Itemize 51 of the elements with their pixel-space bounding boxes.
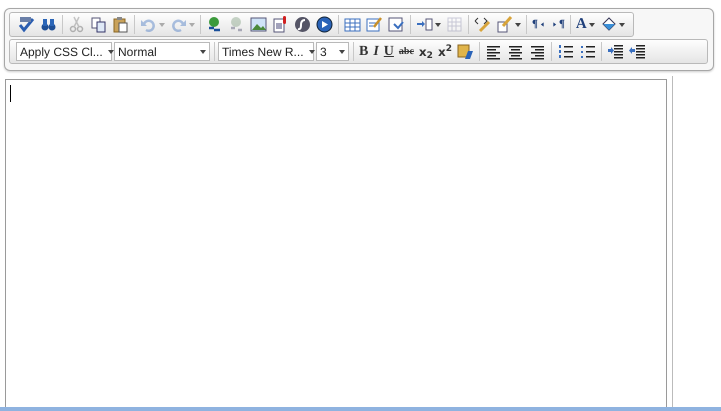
bullet-list-icon <box>578 43 596 60</box>
dropdown-select[interactable]: Times New R... <box>218 42 314 61</box>
media-button[interactable] <box>314 14 335 34</box>
document-clip-icon <box>272 16 289 33</box>
caret-icon <box>108 50 114 54</box>
paste-icon <box>112 16 129 33</box>
picture-icon <box>250 16 267 33</box>
caret-icon <box>200 50 206 54</box>
pencil-tag-icon <box>474 16 491 33</box>
numbered-list-icon <box>556 43 574 60</box>
strikethrough-button[interactable]: abc <box>396 42 416 62</box>
caret-icon <box>308 50 315 54</box>
subscript-button[interactable]: x$_{2}$ <box>416 42 435 62</box>
insert-row-icon <box>416 16 433 33</box>
flash-button[interactable] <box>292 14 313 34</box>
align-center-icon <box>506 43 524 60</box>
spellcheck-icon <box>18 16 35 33</box>
html-tag-button[interactable] <box>472 14 493 34</box>
grid-icon <box>446 16 463 33</box>
dropdown-select[interactable]: Normal <box>114 42 210 61</box>
italic-button[interactable]: I <box>371 42 381 62</box>
bold-button[interactable]: B <box>357 42 370 62</box>
table-icon <box>344 16 361 33</box>
right-to-left-button[interactable]: ¶ <box>530 14 548 34</box>
outdent-icon <box>628 43 646 60</box>
align-right-icon <box>528 43 546 60</box>
superscript-button[interactable]: x$^{2}$ <box>436 42 454 62</box>
dropdown-select[interactable]: 3 <box>316 42 349 61</box>
dropdown-select[interactable]: Apply CSS Cl... <box>16 42 112 61</box>
cell-properties-icon <box>388 16 405 33</box>
play-media-icon <box>316 16 333 33</box>
table-edit-button[interactable] <box>364 14 385 34</box>
underline-button[interactable]: U <box>382 42 396 62</box>
text-cursor <box>10 85 11 102</box>
binoculars-icon <box>40 16 57 33</box>
image-button[interactable] <box>248 14 269 34</box>
table-pencil-icon <box>366 16 383 33</box>
globe-link-icon <box>206 16 223 33</box>
paint-bucket-icon <box>600 16 617 33</box>
globe-unlink-icon <box>228 16 245 33</box>
paste-format-icon <box>456 43 474 60</box>
format-paste-button[interactable] <box>454 42 476 62</box>
align-left-icon <box>484 43 502 60</box>
scissors-icon <box>68 16 85 33</box>
copy-icon <box>90 16 107 33</box>
indent-icon <box>606 43 624 60</box>
font-color-button[interactable]: A <box>574 14 597 34</box>
spellcheck-button[interactable] <box>16 14 37 34</box>
flash-icon <box>294 16 311 33</box>
caret-icon <box>339 50 345 54</box>
left-to-right-button[interactable]: ¶ <box>548 14 567 34</box>
